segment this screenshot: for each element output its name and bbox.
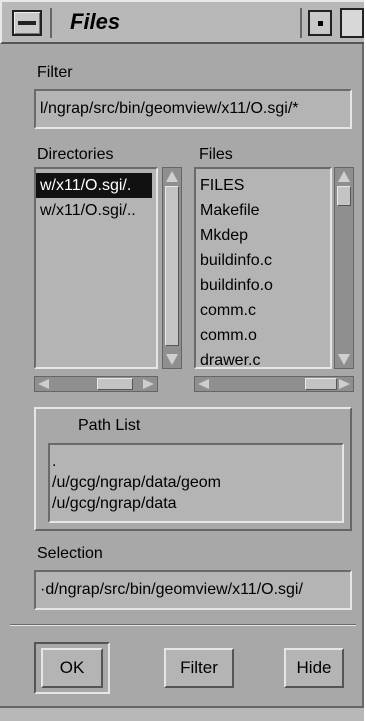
selection-field[interactable]: ·d/ngrap/src/bin/geomview/x11/O.sgi/ bbox=[34, 570, 352, 610]
filter-field[interactable]: l/ngrap/src/bin/geomview/x11/O.sgi/* bbox=[34, 89, 352, 129]
file-item[interactable]: comm.c bbox=[196, 298, 330, 323]
files-label: Files bbox=[199, 146, 233, 163]
scroll-down-arrow-icon[interactable] bbox=[338, 354, 350, 365]
hide-button[interactable]: Hide bbox=[284, 648, 344, 688]
directory-item[interactable]: w/x11/O.sgi/. bbox=[36, 173, 152, 198]
scroll-left-arrow-icon[interactable] bbox=[198, 379, 209, 389]
file-item[interactable]: drawer.c bbox=[196, 348, 330, 367]
title-bar[interactable]: Files bbox=[0, 0, 364, 44]
scroll-thumb[interactable] bbox=[337, 186, 351, 206]
scroll-thumb[interactable] bbox=[97, 378, 133, 390]
window-menu-icon[interactable] bbox=[12, 10, 42, 36]
path-item[interactable]: /u/gcg/ngrap/data/geom bbox=[52, 472, 342, 493]
scroll-thumb[interactable] bbox=[305, 378, 337, 390]
path-item[interactable]: /u/gcg/ngrap/data bbox=[52, 493, 342, 514]
maximize-icon[interactable] bbox=[340, 8, 364, 38]
selection-label: Selection bbox=[37, 545, 103, 562]
window-bottom-border bbox=[0, 706, 364, 721]
directories-hscrollbar[interactable] bbox=[34, 376, 158, 392]
path-list[interactable]: ./u/gcg/ngrap/data/geom/u/gcg/ngrap/data bbox=[48, 443, 344, 523]
files-hscrollbar[interactable] bbox=[194, 376, 354, 392]
minimize-icon[interactable] bbox=[308, 10, 332, 36]
window-title: Files bbox=[70, 9, 121, 34]
filter-button[interactable]: Filter bbox=[164, 648, 234, 688]
path-list-frame: Path List ./u/gcg/ngrap/data/geom/u/gcg/… bbox=[34, 407, 352, 531]
scroll-right-arrow-icon[interactable] bbox=[143, 379, 154, 389]
file-item[interactable]: Makefile bbox=[196, 198, 330, 223]
file-item[interactable]: FILES bbox=[196, 173, 330, 198]
scroll-down-arrow-icon[interactable] bbox=[166, 354, 178, 365]
file-item[interactable]: buildinfo.c bbox=[196, 248, 330, 273]
scroll-up-arrow-icon[interactable] bbox=[166, 171, 178, 182]
filter-label: Filter bbox=[37, 64, 73, 81]
path-item[interactable]: . bbox=[52, 451, 342, 472]
scroll-left-arrow-icon[interactable] bbox=[38, 379, 49, 389]
scroll-up-arrow-icon[interactable] bbox=[338, 171, 350, 182]
ok-button[interactable]: OK bbox=[41, 648, 103, 688]
files-vscrollbar[interactable] bbox=[334, 167, 354, 369]
file-item[interactable]: comm.o bbox=[196, 323, 330, 348]
directories-label: Directories bbox=[37, 146, 114, 163]
file-dialog-window: Files Filter l/ngrap/src/bin/geomview/x1… bbox=[0, 0, 364, 721]
button-separator bbox=[10, 624, 356, 626]
file-item[interactable]: buildinfo.o bbox=[196, 273, 330, 298]
directory-item[interactable]: w/x11/O.sgi/.. bbox=[36, 198, 156, 223]
file-item[interactable]: Mkdep bbox=[196, 223, 330, 248]
title-separator bbox=[50, 8, 52, 38]
title-separator bbox=[300, 8, 302, 38]
scroll-thumb[interactable] bbox=[165, 186, 179, 346]
files-list[interactable]: FILES Makefile Mkdep buildinfo.c buildinfo.o… bbox=[194, 167, 332, 369]
path-list-label: Path List bbox=[78, 417, 141, 434]
directories-list[interactable]: w/x11/O.sgi/. w/x11/O.sgi/.. bbox=[34, 167, 158, 369]
directories-vscrollbar[interactable] bbox=[162, 167, 182, 369]
scroll-right-arrow-icon[interactable] bbox=[339, 379, 350, 389]
